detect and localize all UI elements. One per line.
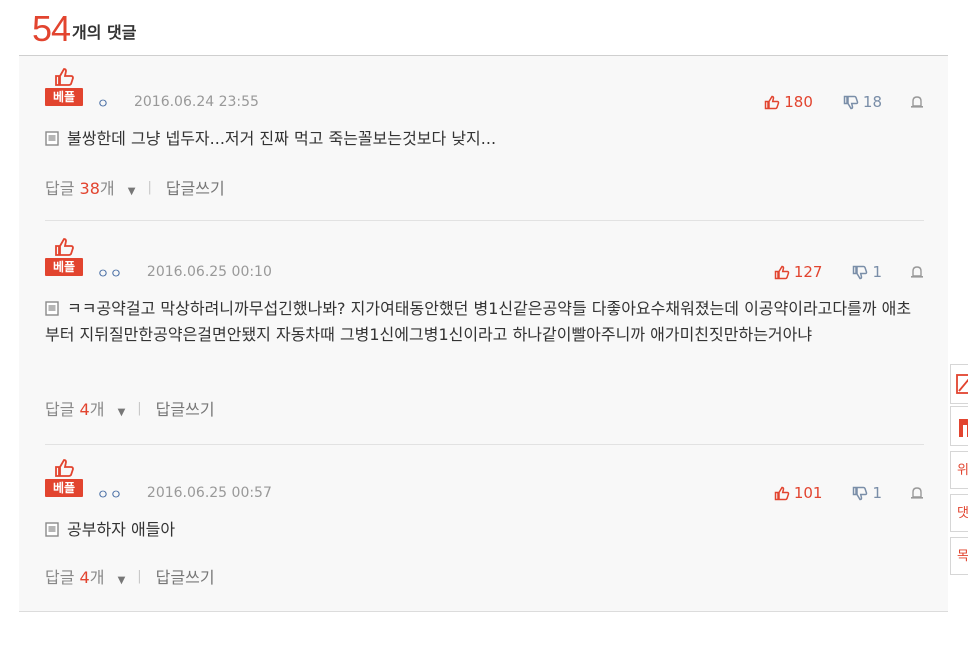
comment-votes: 180 18 [764, 92, 924, 112]
comment-votes: 101 1 [774, 483, 924, 503]
reply-toggle[interactable]: 답글 4개 ▼ [45, 396, 125, 420]
dislike-button[interactable]: 1 [852, 484, 882, 502]
reply-bar: 답글 4개 ▼ | 답글쓰기 [45, 397, 215, 419]
side-list-button[interactable]: 목 [950, 537, 968, 575]
caret-down-icon: ▼ [117, 407, 126, 418]
comment-date: 2016.06.25 00:10 [146, 264, 272, 280]
dislike-count: 18 [862, 93, 882, 111]
best-badge: 베플 [45, 68, 83, 108]
thumbs-down-icon [843, 95, 859, 109]
report-button[interactable] [910, 96, 924, 108]
thumbs-up-icon [774, 265, 790, 279]
like-button[interactable]: 127 [774, 263, 823, 281]
side-nate-button[interactable] [950, 406, 968, 446]
comment-date: 2016.06.25 00:57 [146, 485, 272, 501]
edit-icon [956, 374, 968, 394]
comment-body: 공부하자 애들아 [67, 520, 176, 539]
reply-count: 4 [79, 568, 90, 587]
reply-label: 답글 [45, 568, 75, 587]
reply-unit: 개 [89, 568, 105, 587]
reply-bar: 답글 4개 ▼ | 답글쓰기 [45, 565, 215, 587]
comment-item: 베플 ㅇㅇ 2016.06.25 00:57 101 1 공부하자 애들아 답글… [45, 459, 924, 609]
reply-toggle[interactable]: 답글 38개 ▼ [45, 175, 135, 199]
comment-meta: ㅇ 2016.06.24 23:55 [97, 92, 259, 112]
divider: | [147, 179, 152, 195]
divider: | [137, 400, 142, 416]
comment-author[interactable]: ㅇㅇ [97, 263, 123, 282]
write-reply-button[interactable]: 답글쓰기 [156, 396, 215, 420]
comment-item: 베플 ㅇㅇ 2016.06.25 00:10 127 1 ㅋㅋ공약걸고 막상하려… [45, 238, 924, 445]
comment-author[interactable]: ㅇㅇ [97, 484, 123, 503]
document-icon [45, 301, 59, 316]
comment-item: 베플 ㅇ 2016.06.24 23:55 180 18 불쌍한데 그냥 넵두자… [45, 68, 924, 221]
best-badge: 베플 [45, 238, 83, 278]
write-reply-button[interactable]: 답글쓰기 [166, 175, 225, 199]
like-count: 180 [784, 93, 813, 111]
reply-count: 4 [79, 400, 90, 419]
comment-body: ㅋㅋ공약걸고 막상하려니까무섭긴했나봐? 지가여태동안했던 병1신같은공약들 다… [45, 299, 912, 344]
comment-text: 공부하자 애들아 [45, 517, 915, 543]
comment-date: 2016.06.24 23:55 [133, 94, 259, 110]
comment-author[interactable]: ㅇ [97, 93, 110, 112]
thumbs-down-icon [853, 486, 868, 500]
best-badge-label: 베플 [45, 258, 83, 276]
dislike-button[interactable]: 18 [843, 93, 882, 111]
nate-logo-icon [959, 419, 968, 437]
comment-count-label: 개의 댓글 [72, 23, 137, 42]
report-button[interactable] [910, 266, 924, 278]
side-top-button[interactable]: 위 [950, 451, 968, 489]
document-icon [45, 522, 59, 537]
report-button[interactable] [910, 487, 924, 499]
divider: | [137, 568, 142, 584]
dislike-count: 1 [872, 263, 882, 281]
reply-label: 답글 [45, 179, 75, 198]
siren-icon [911, 96, 923, 108]
like-count: 101 [793, 484, 823, 502]
thumbs-up-icon [55, 238, 74, 256]
comments-header: 54 개의 댓글 [32, 4, 137, 48]
comment-count: 54 [32, 8, 71, 49]
like-button[interactable]: 180 [764, 93, 813, 111]
caret-down-icon: ▼ [127, 186, 136, 197]
thumbs-up-icon [765, 95, 780, 109]
side-edit-button[interactable] [950, 364, 968, 404]
best-badge-label: 베플 [45, 88, 83, 106]
comment-body: 불쌍한데 그냥 넵두자...저거 진짜 먹고 죽는꼴보는것보다 낮지... [67, 129, 497, 148]
reply-toggle[interactable]: 답글 4개 ▼ [45, 564, 125, 588]
dislike-button[interactable]: 1 [852, 263, 882, 281]
best-badge-label: 베플 [45, 479, 83, 497]
caret-down-icon: ▼ [117, 575, 126, 586]
document-icon [45, 131, 59, 146]
side-comment-button[interactable]: 댓 [950, 494, 968, 532]
comment-meta: ㅇㅇ 2016.06.25 00:10 [97, 262, 272, 282]
thumbs-up-icon [774, 486, 790, 500]
thumbs-up-icon [55, 68, 74, 86]
like-count: 127 [793, 263, 823, 281]
best-comment-list: 베플 ㅇ 2016.06.24 23:55 180 18 불쌍한데 그냥 넵두자… [19, 55, 948, 612]
comment-text: ㅋㅋ공약걸고 막상하려니까무섭긴했나봐? 지가여태동안했던 병1신같은공약들 다… [45, 296, 915, 348]
like-button[interactable]: 101 [774, 484, 823, 502]
reply-unit: 개 [89, 400, 105, 419]
best-badge: 베플 [45, 459, 83, 499]
comment-text: 불쌍한데 그냥 넵두자...저거 진짜 먹고 죽는꼴보는것보다 낮지... [45, 126, 915, 152]
siren-icon [911, 487, 923, 499]
reply-label: 답글 [45, 400, 75, 419]
reply-unit: 개 [99, 179, 115, 198]
siren-icon [911, 266, 923, 278]
comment-meta: ㅇㅇ 2016.06.25 00:57 [97, 483, 272, 503]
comment-votes: 127 1 [774, 262, 924, 282]
thumbs-down-icon [853, 265, 868, 279]
reply-bar: 답글 38개 ▼ | 답글쓰기 [45, 176, 225, 198]
dislike-count: 1 [872, 484, 882, 502]
write-reply-button[interactable]: 답글쓰기 [156, 564, 215, 588]
reply-count: 38 [79, 179, 100, 198]
thumbs-up-icon [55, 459, 74, 477]
